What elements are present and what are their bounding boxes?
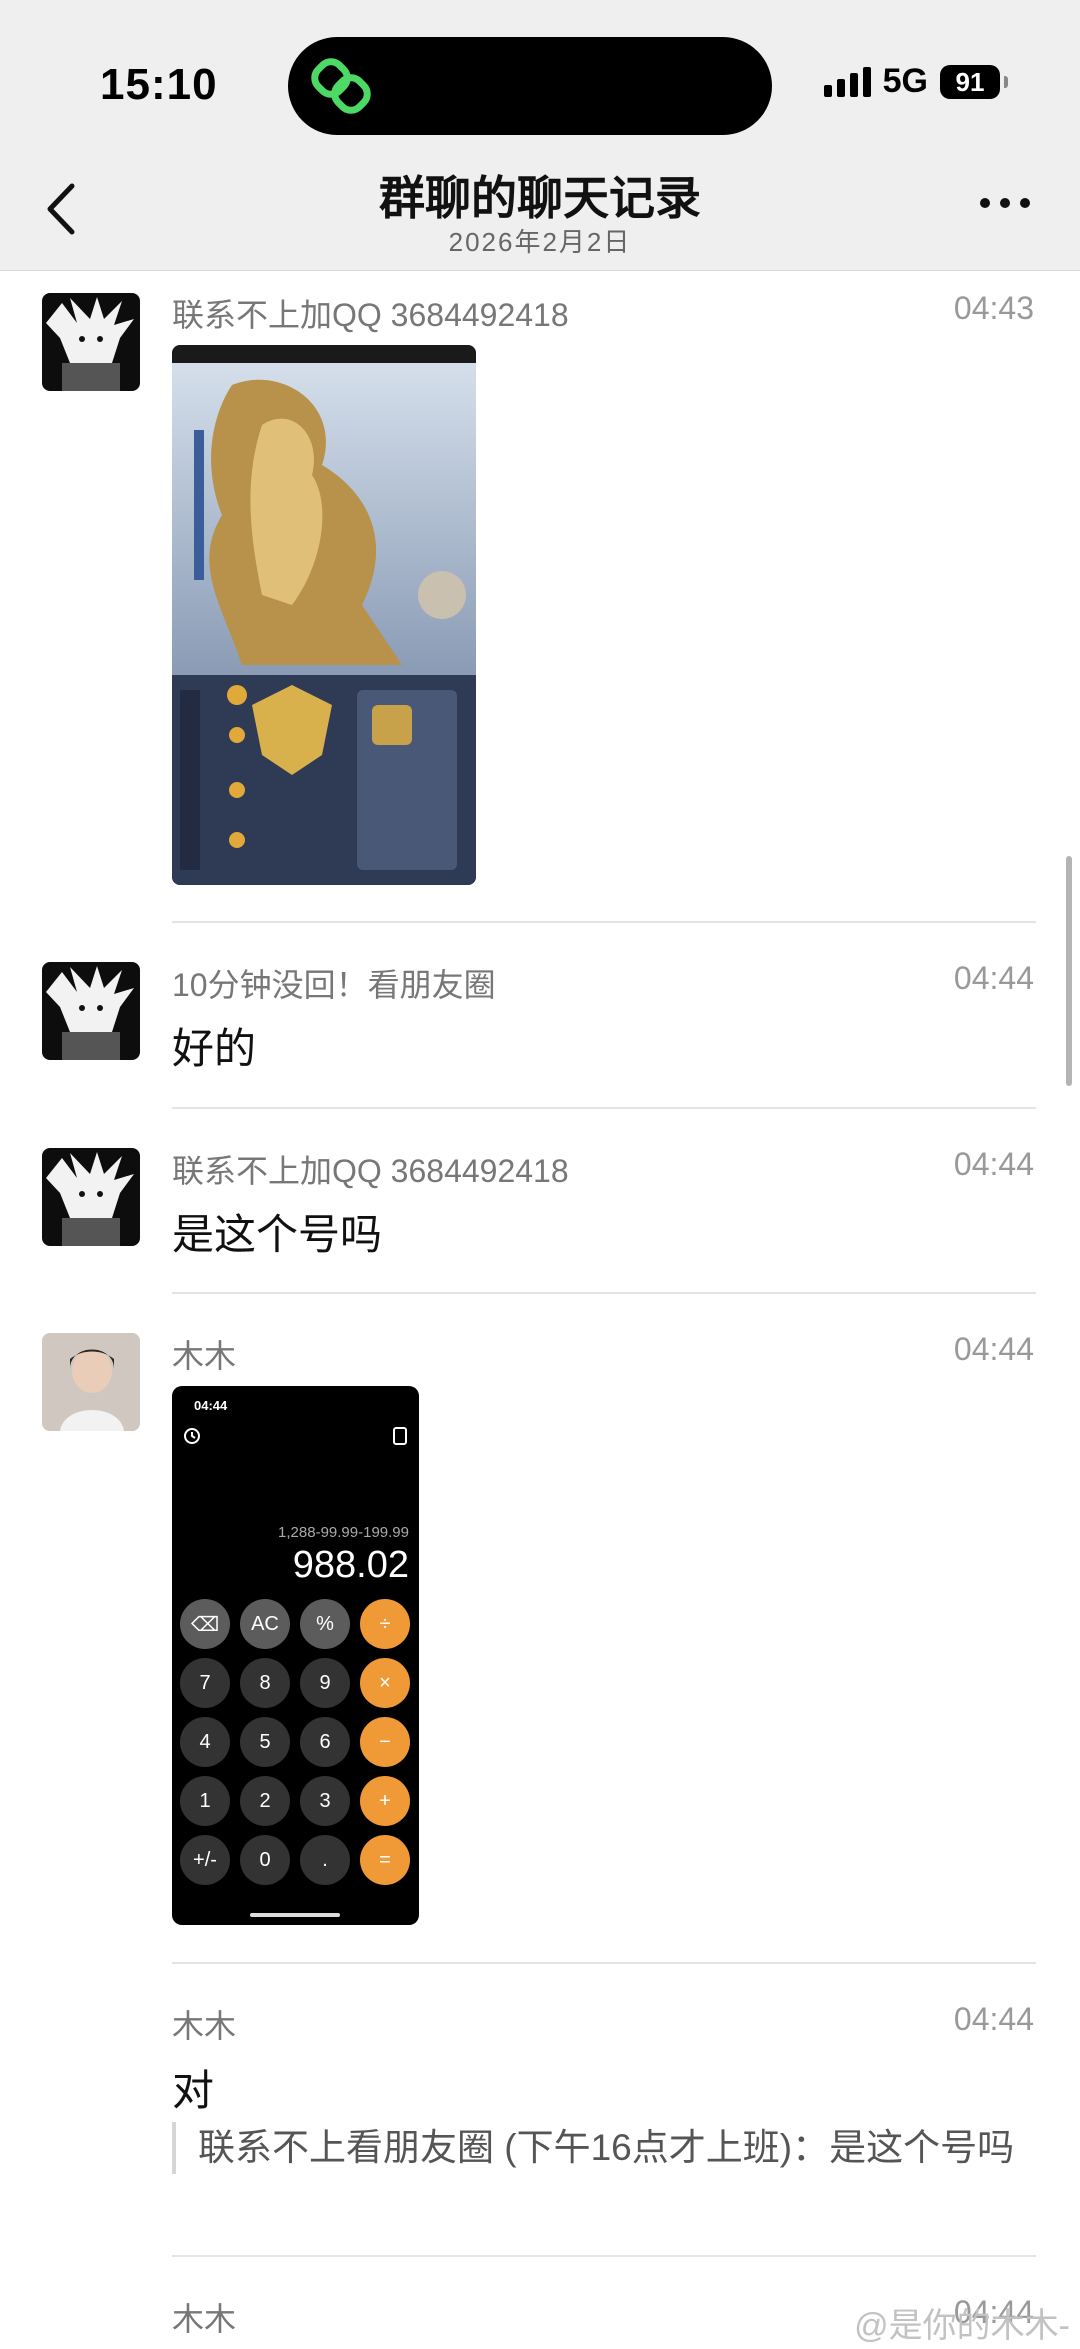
- calc-key: 6: [300, 1717, 350, 1767]
- message-time: 04:44: [953, 2001, 1034, 2037]
- calc-key: %: [300, 1599, 350, 1649]
- page-title: 群聊的聊天记录: [379, 172, 701, 224]
- message-text: 对: [172, 2067, 215, 2114]
- sender-name: 联系不上加QQ 3684492418: [172, 1153, 569, 1189]
- avatar-anime[interactable]: [42, 962, 140, 1060]
- calc-key: 7: [180, 1658, 230, 1708]
- signal-icon: [823, 66, 871, 97]
- scrollbar[interactable]: [1066, 856, 1072, 1086]
- sender-name: 木木: [172, 1338, 237, 1374]
- calc-key: =: [360, 1835, 410, 1885]
- calc-key: 8: [240, 1658, 290, 1708]
- divider: [172, 1962, 1036, 1964]
- app-link-icon: [311, 58, 371, 114]
- message-time: 04:44: [953, 1331, 1034, 1367]
- history-icon: [184, 1428, 200, 1444]
- calc-key: AC: [240, 1599, 290, 1649]
- calc-key: 9: [300, 1658, 350, 1708]
- message-text: 是这个号吗: [172, 1211, 383, 1258]
- calc-result: 988.02: [292, 1544, 409, 1586]
- page-date: 2026年2月2日: [448, 227, 632, 257]
- message-time: 04:44: [953, 960, 1034, 996]
- home-indicator: [250, 1913, 340, 1917]
- calc-key: 3: [300, 1776, 350, 1826]
- calc-key: ÷: [360, 1599, 410, 1649]
- divider: [172, 1292, 1036, 1294]
- calculator-icon: [393, 1427, 407, 1445]
- calc-key: ×: [360, 1658, 410, 1708]
- calc-key: 5: [240, 1717, 290, 1767]
- network-label: 5G: [882, 62, 928, 100]
- watermark-text: @是你的木木-: [854, 2307, 1070, 2345]
- calc-key: +/-: [180, 1835, 230, 1885]
- divider: [172, 2255, 1036, 2257]
- sender-name: 10分钟没回！看朋友圈: [172, 967, 496, 1003]
- sender-name: 木木: [172, 2301, 237, 2337]
- calc-expression: 1,288-99.99-199.99: [278, 1524, 409, 1541]
- calc-key: 1: [180, 1776, 230, 1826]
- calc-key: 2: [240, 1776, 290, 1826]
- more-options-icon[interactable]: [980, 198, 1030, 208]
- message-time: 04:44: [953, 1146, 1034, 1182]
- message-time: 04:43: [953, 290, 1034, 326]
- divider: [172, 1107, 1036, 1109]
- dynamic-island: [288, 37, 772, 135]
- game-screenshot-image[interactable]: [172, 345, 476, 885]
- calc-keypad: ⌫ AC% ÷ 7 8 9 × 4 5 6− 1 2 3 + +/- 0. =: [180, 1599, 412, 1885]
- avatar-anime[interactable]: [42, 293, 140, 391]
- calc-key: +: [360, 1776, 410, 1826]
- sender-name: 联系不上加QQ 3684492418: [172, 297, 569, 333]
- battery-icon: 91: [940, 64, 1008, 99]
- message-text: 好的: [172, 1025, 257, 1072]
- status-icons: 5G 91: [823, 62, 1008, 101]
- status-time: 15:10: [100, 60, 218, 109]
- quoted-message: 联系不上看朋友圈 (下午16点才上班)：是这个号吗: [172, 2122, 1038, 2174]
- calc-status-time: 04:44: [194, 1398, 228, 1413]
- calc-key: −: [360, 1717, 410, 1767]
- calc-key: 0: [240, 1835, 290, 1885]
- calc-key: 4: [180, 1717, 230, 1767]
- calculator-screenshot-image[interactable]: 04:44 1,288-99.99-199.99 988.02 ⌫ AC% ÷ 7 8 9…: [172, 1386, 419, 1925]
- calc-key: ⌫: [180, 1599, 230, 1649]
- sender-name: 木木: [172, 2008, 237, 2044]
- avatar-photo[interactable]: [42, 1333, 140, 1431]
- avatar-anime[interactable]: [42, 1148, 140, 1246]
- calc-key: .: [300, 1835, 350, 1885]
- top-bar: 15:10 5G 91 群聊的聊天记录 2026年2月2日: [0, 0, 1080, 271]
- divider: [172, 921, 1036, 923]
